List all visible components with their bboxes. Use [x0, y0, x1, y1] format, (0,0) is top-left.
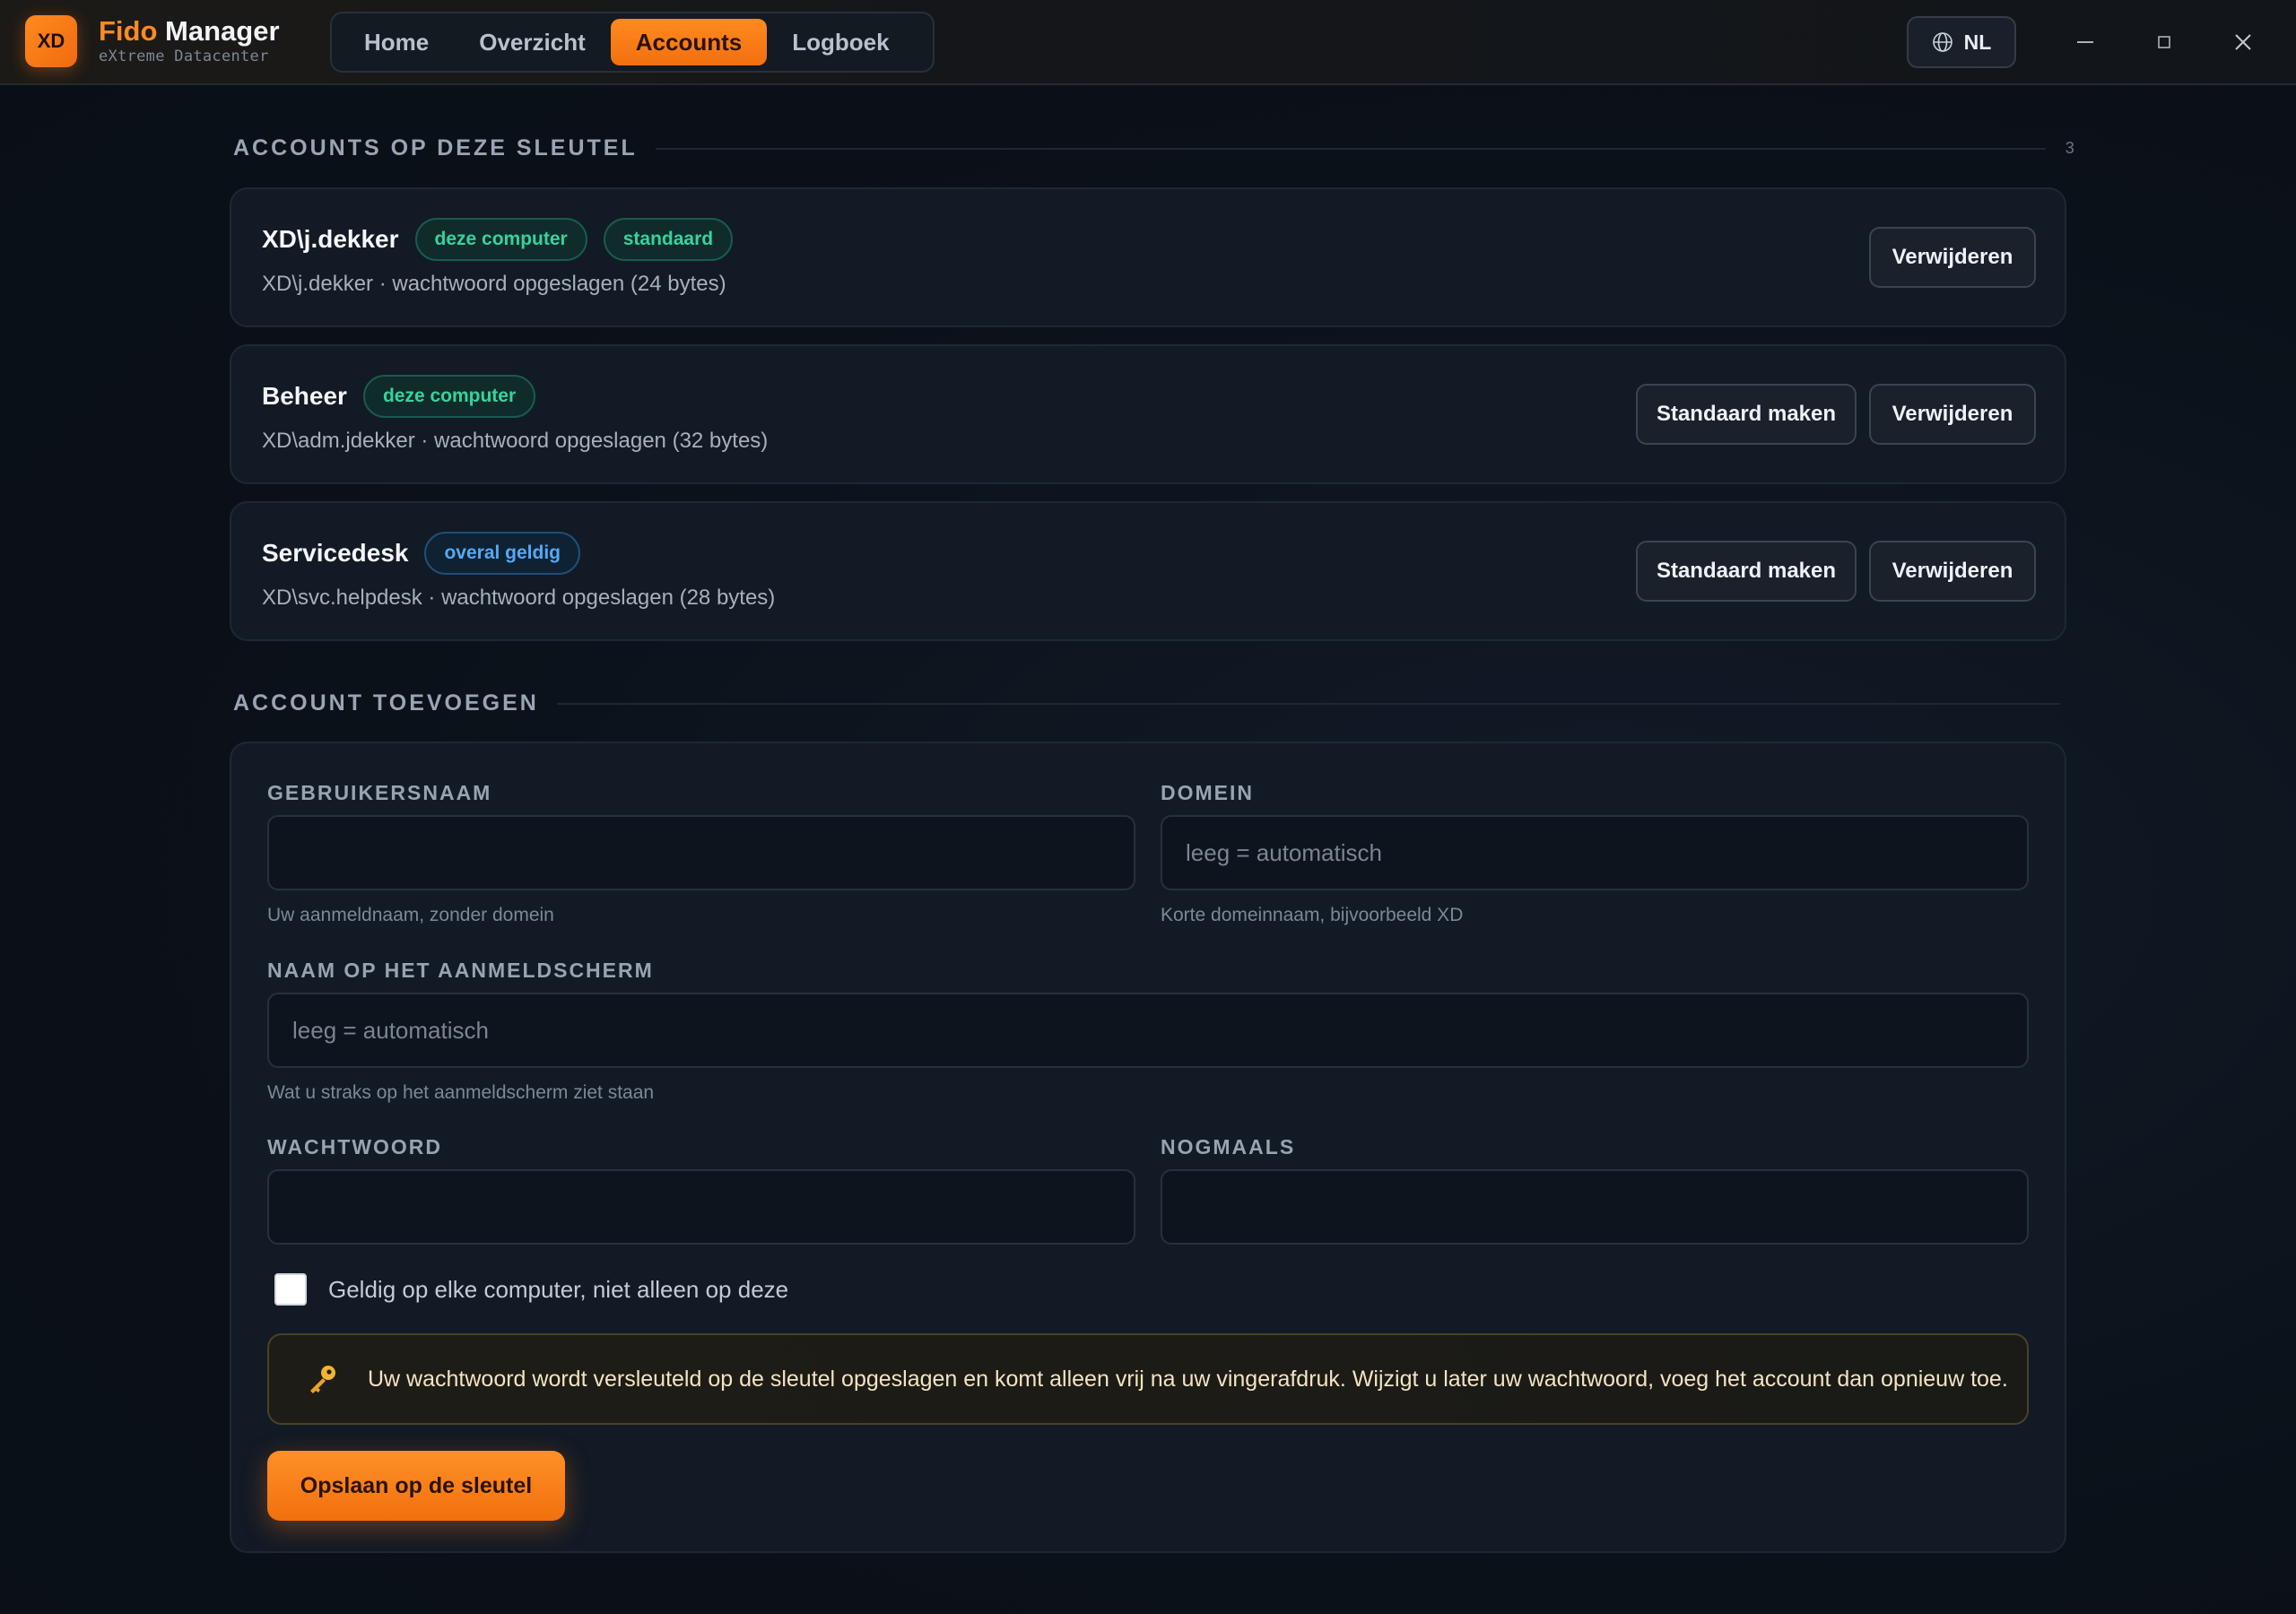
display-name-label: NAAM OP HET AANMELDSCHERM — [267, 959, 654, 982]
accounts-section-title: ACCOUNTS OP DEZE SLEUTEL — [233, 135, 638, 161]
account-card: Servicedesk overal geldig XD\svc.helpdes… — [230, 501, 2066, 641]
security-notice: Uw wachtwoord wordt versleuteld op de sl… — [267, 1333, 2029, 1425]
section-divider — [655, 147, 2046, 150]
app-title-accent: Fido — [99, 15, 158, 47]
title-bar: XD Fido Manager eXtreme Datacenter Home … — [0, 0, 2296, 85]
badge-this-computer: deze computer — [362, 375, 536, 418]
close-icon — [2235, 34, 2251, 50]
add-account-section-title: ACCOUNT TOEVOEGEN — [233, 690, 539, 716]
account-card: Beheer deze computer XD\adm.jdekker · wa… — [230, 344, 2066, 484]
badge-this-computer: deze computer — [414, 218, 587, 261]
tab-overzicht[interactable]: Overzicht — [454, 19, 611, 65]
app-title-main: Manager — [165, 15, 280, 47]
account-detail: XD\adm.jdekker · wachtwoord opgeslagen (… — [262, 429, 769, 453]
username-label: GEBRUIKERSNAAM — [267, 781, 492, 804]
account-header: Beheer deze computer — [262, 375, 536, 418]
notice-text: Uw wachtwoord wordt versleuteld op de sl… — [368, 1366, 2008, 1392]
username-input[interactable] — [267, 815, 1135, 890]
tab-logboek[interactable]: Logboek — [767, 19, 914, 65]
maximize-button[interactable] — [2144, 22, 2185, 63]
minimize-button[interactable] — [2065, 22, 2106, 63]
display-name-hint: Wat u straks op het aanmeldscherm ziet s… — [267, 1082, 655, 1103]
app-subtitle: eXtreme Datacenter — [99, 48, 269, 65]
language-code: NL — [1963, 30, 1992, 54]
language-button[interactable]: NL — [1907, 16, 2016, 68]
account-name: Beheer — [262, 382, 347, 410]
valid-everywhere-label[interactable]: Geldig op elke computer, niet alleen op … — [328, 1276, 788, 1304]
account-detail: XD\j.dekker · wachtwoord opgeslagen (24 … — [262, 272, 726, 296]
accounts-section-header: ACCOUNTS OP DEZE SLEUTEL 3 — [233, 135, 2074, 161]
account-detail: XD\svc.helpdesk · wachtwoord opgeslagen … — [262, 586, 776, 610]
make-default-button[interactable]: Standaard maken — [1636, 384, 1857, 445]
section-divider — [556, 702, 2060, 705]
tab-home[interactable]: Home — [339, 19, 454, 65]
password-input[interactable] — [267, 1169, 1135, 1245]
add-account-form: GEBRUIKERSNAAM Uw aanmeldnaam, zonder do… — [230, 742, 2066, 1553]
delete-account-button[interactable]: Verwijderen — [1869, 227, 2036, 288]
password-repeat-label: NOGMAALS — [1161, 1135, 1296, 1158]
badge-valid-everywhere: overal geldig — [424, 532, 581, 575]
account-header: Servicedesk overal geldig — [262, 532, 581, 575]
save-to-key-button[interactable]: Opslaan op de sleutel — [267, 1451, 565, 1521]
account-header: XD\j.dekker deze computer standaard — [262, 218, 734, 261]
account-name: Servicedesk — [262, 539, 409, 567]
account-name: XD\j.dekker — [262, 225, 399, 253]
username-hint: Uw aanmeldnaam, zonder domein — [267, 905, 554, 925]
display-name-input[interactable] — [267, 993, 2029, 1068]
app-logo: XD — [25, 15, 77, 67]
accounts-count: 3 — [2065, 139, 2074, 157]
delete-account-button[interactable]: Verwijderen — [1869, 384, 2036, 445]
account-card: XD\j.dekker deze computer standaard XD\j… — [230, 187, 2066, 327]
app-brand: Fido Manager eXtreme Datacenter — [99, 16, 280, 66]
delete-account-button[interactable]: Verwijderen — [1869, 541, 2036, 602]
make-default-button[interactable]: Standaard maken — [1636, 541, 1857, 602]
password-label: WACHTWOORD — [267, 1135, 443, 1158]
main-nav: Home Overzicht Accounts Logboek — [330, 12, 935, 73]
valid-everywhere-checkbox[interactable] — [274, 1273, 307, 1306]
globe-icon — [1932, 32, 1952, 52]
app-title: Fido Manager — [99, 16, 280, 47]
key-icon — [310, 1366, 335, 1393]
close-button[interactable] — [2222, 22, 2264, 63]
maximize-icon — [2158, 36, 2170, 48]
password-repeat-input[interactable] — [1161, 1169, 2029, 1245]
minimize-icon — [2077, 41, 2093, 43]
domain-hint: Korte domeinnaam, bijvoorbeeld XD — [1161, 905, 1464, 925]
domain-input[interactable] — [1161, 815, 2029, 890]
domain-label: DOMEIN — [1161, 781, 1254, 804]
tab-accounts[interactable]: Accounts — [610, 19, 768, 65]
badge-default: standaard — [603, 218, 734, 261]
add-account-section-header: ACCOUNT TOEVOEGEN — [233, 690, 2060, 716]
